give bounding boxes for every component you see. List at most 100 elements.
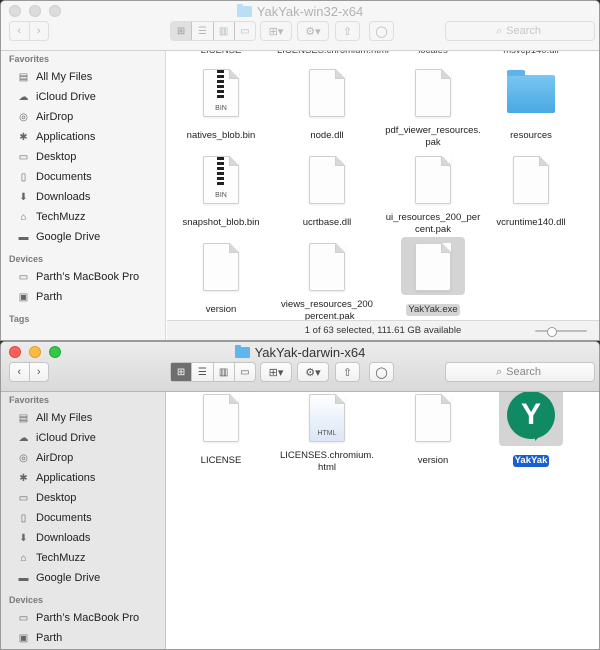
file-item[interactable]: version <box>383 392 483 468</box>
slider-knob[interactable] <box>546 327 557 337</box>
file-item[interactable]: BIN natives_blob.bin <box>171 63 271 143</box>
forward-button[interactable]: › <box>30 22 49 40</box>
home-icon: ⌂ <box>20 211 27 223</box>
sidebar-item-desktop[interactable]: ▭ Desktop <box>1 488 165 508</box>
coverflow-view-button[interactable]: ▭ <box>235 363 255 381</box>
list-view-button[interactable]: ☰ <box>192 363 214 381</box>
sidebar-item-icloud-drive[interactable]: ☁ iCloud Drive <box>1 87 165 107</box>
search-field[interactable]: ⌕ Search <box>445 21 595 41</box>
nav-buttons: ‹ › <box>9 362 49 382</box>
sidebar-item-techmuzz[interactable]: ⌂ TechMuzz <box>1 548 165 568</box>
file-item[interactable]: ui_resources_200_percent.pak <box>383 150 483 237</box>
sidebar-item-parth-s-macbook-pro[interactable]: ▭ Parth’s MacBook Pro <box>1 267 165 287</box>
title-bar[interactable]: YakYak-win32-x64 ‹ › ⊞ ☰ ▥ ▭ ⊞▾ ⚙▾ ⇧ ◯ ⌕… <box>1 1 599 51</box>
devices-header: Devices <box>9 595 44 605</box>
sidebar-item-label: Downloads <box>36 191 91 203</box>
file-item[interactable]: HTML LICENSES.chromium.html <box>277 392 377 475</box>
file-name: pdf_viewer_resources.pak <box>385 125 481 148</box>
icon-view-button[interactable]: ⊞ <box>171 22 193 40</box>
file-type-badge: HTML <box>317 430 337 437</box>
sidebar-item-documents[interactable]: ▯ Documents <box>1 508 165 528</box>
file-item[interactable]: Y YakYak <box>481 392 581 468</box>
arrange-button[interactable]: ⊞▾ <box>260 362 292 382</box>
file-item[interactable]: node.dll <box>277 63 377 143</box>
document-icon <box>309 156 345 204</box>
sidebar-item-label: AirDrop <box>36 111 74 123</box>
column-view-button[interactable]: ▥ <box>214 363 235 381</box>
file-name: snapshot_blob.bin <box>182 217 260 228</box>
sidebar-item-airdrop[interactable]: ◎ AirDrop <box>1 107 165 127</box>
share-button[interactable]: ⇧ <box>335 362 360 382</box>
sidebar-item-google-drive[interactable]: ▬ Google Drive <box>1 227 165 247</box>
file-item[interactable]: BIN snapshot_blob.bin <box>171 150 271 230</box>
file-name: natives_blob.bin <box>186 130 256 141</box>
sidebar-item-label: Downloads <box>36 532 91 544</box>
sidebar-item-downloads[interactable]: ⬇ Downloads <box>1 528 165 548</box>
sidebar-item-icloud-drive[interactable]: ☁ iCloud Drive <box>1 428 165 448</box>
sidebar-item-all-my-files[interactable]: ▤ All My Files <box>1 408 165 428</box>
back-button[interactable]: ‹ <box>10 22 30 40</box>
file-item[interactable]: ucrtbase.dll <box>277 150 377 230</box>
document-icon <box>415 394 451 442</box>
search-field[interactable]: ⌕ Search <box>445 362 595 382</box>
app-icon: Y <box>505 392 557 443</box>
file-icon-box <box>499 150 563 208</box>
sidebar-item-desktop[interactable]: ▭ Desktop <box>1 147 165 167</box>
tag-button[interactable]: ◯ <box>369 21 394 41</box>
share-button[interactable]: ⇧ <box>335 21 360 41</box>
file-item[interactable]: version <box>171 237 271 317</box>
all-files-icon: ▤ <box>18 412 29 424</box>
document-icon <box>309 69 345 117</box>
file-item[interactable]: views_resources_200_percent.pak <box>277 237 377 324</box>
sidebar-item-airdrop[interactable]: ◎ AirDrop <box>1 448 165 468</box>
sidebar-item-all-my-files[interactable]: ▤ All My Files <box>1 67 165 87</box>
sidebar-item-parth[interactable]: ▣ Parth <box>1 287 165 307</box>
html-file-icon: HTML <box>309 394 345 442</box>
back-button[interactable]: ‹ <box>10 363 30 381</box>
downloads-icon: ⬇ <box>19 532 28 544</box>
sidebar-item-applications[interactable]: ✱ Applications <box>1 127 165 147</box>
desktop-icon: ▭ <box>18 151 29 163</box>
sidebar-item-documents[interactable]: ▯ Documents <box>1 167 165 187</box>
file-item[interactable]: YakYak.exe <box>383 237 483 317</box>
action-button[interactable]: ⚙▾ <box>297 21 329 41</box>
tag-button[interactable]: ◯ <box>369 362 394 382</box>
airdrop-icon: ◎ <box>19 111 28 123</box>
file-item[interactable]: pdf_viewer_resources.pak <box>383 63 483 150</box>
file-item[interactable]: LICENSE <box>171 392 271 468</box>
arrange-button[interactable]: ⊞▾ <box>260 21 292 41</box>
file-name: vcruntime140.dll <box>496 217 566 228</box>
file-type-badge: BIN <box>215 192 227 199</box>
nav-buttons: ‹ › <box>9 21 49 41</box>
column-view-button[interactable]: ▥ <box>214 22 235 40</box>
sidebar-item-applications[interactable]: ✱ Applications <box>1 468 165 488</box>
arrange-icon: ⊞▾ <box>268 25 284 38</box>
folder-icon: ▬ <box>18 231 29 243</box>
sidebar-item-label: Documents <box>36 171 92 183</box>
file-item[interactable]: resources <box>481 63 581 143</box>
file-name: LICENSE <box>200 455 242 466</box>
icon-view-button[interactable]: ⊞ <box>171 363 193 381</box>
cloud-icon: ☁ <box>18 91 29 103</box>
sidebar-item-techmuzz[interactable]: ⌂ TechMuzz <box>1 207 165 227</box>
app-logo: Y <box>507 392 555 439</box>
sidebar-item-google-drive[interactable]: ▬ Google Drive <box>1 568 165 588</box>
sidebar-item-parth-s-macbook-pro[interactable]: ▭ Parth’s MacBook Pro <box>1 608 165 628</box>
list-view-button[interactable]: ☰ <box>192 22 214 40</box>
file-grid: LICENSE HTML LICENSES.chromium.html version… <box>167 392 599 649</box>
action-button[interactable]: ⚙▾ <box>297 362 329 382</box>
slider-track <box>535 330 587 332</box>
app-logo-tail <box>535 429 547 441</box>
icon-size-slider[interactable] <box>535 327 587 337</box>
coverflow-view-button[interactable]: ▭ <box>235 22 255 40</box>
forward-button[interactable]: › <box>30 363 49 381</box>
sidebar-item-label: Applications <box>36 472 96 484</box>
title-bar[interactable]: YakYak-darwin-x64 ‹ › ⊞ ☰ ▥ ▭ ⊞▾ ⚙▾ ⇧ ◯ … <box>1 342 599 392</box>
file-item[interactable]: vcruntime140.dll <box>481 150 581 230</box>
sidebar-item-label: All My Files <box>36 412 93 424</box>
file-icon-box <box>295 237 359 295</box>
disk-icon: ▣ <box>18 291 29 303</box>
sidebar-item-parth[interactable]: ▣ Parth <box>1 628 165 648</box>
sidebar-item-downloads[interactable]: ⬇ Downloads <box>1 187 165 207</box>
document-icon <box>309 243 345 291</box>
